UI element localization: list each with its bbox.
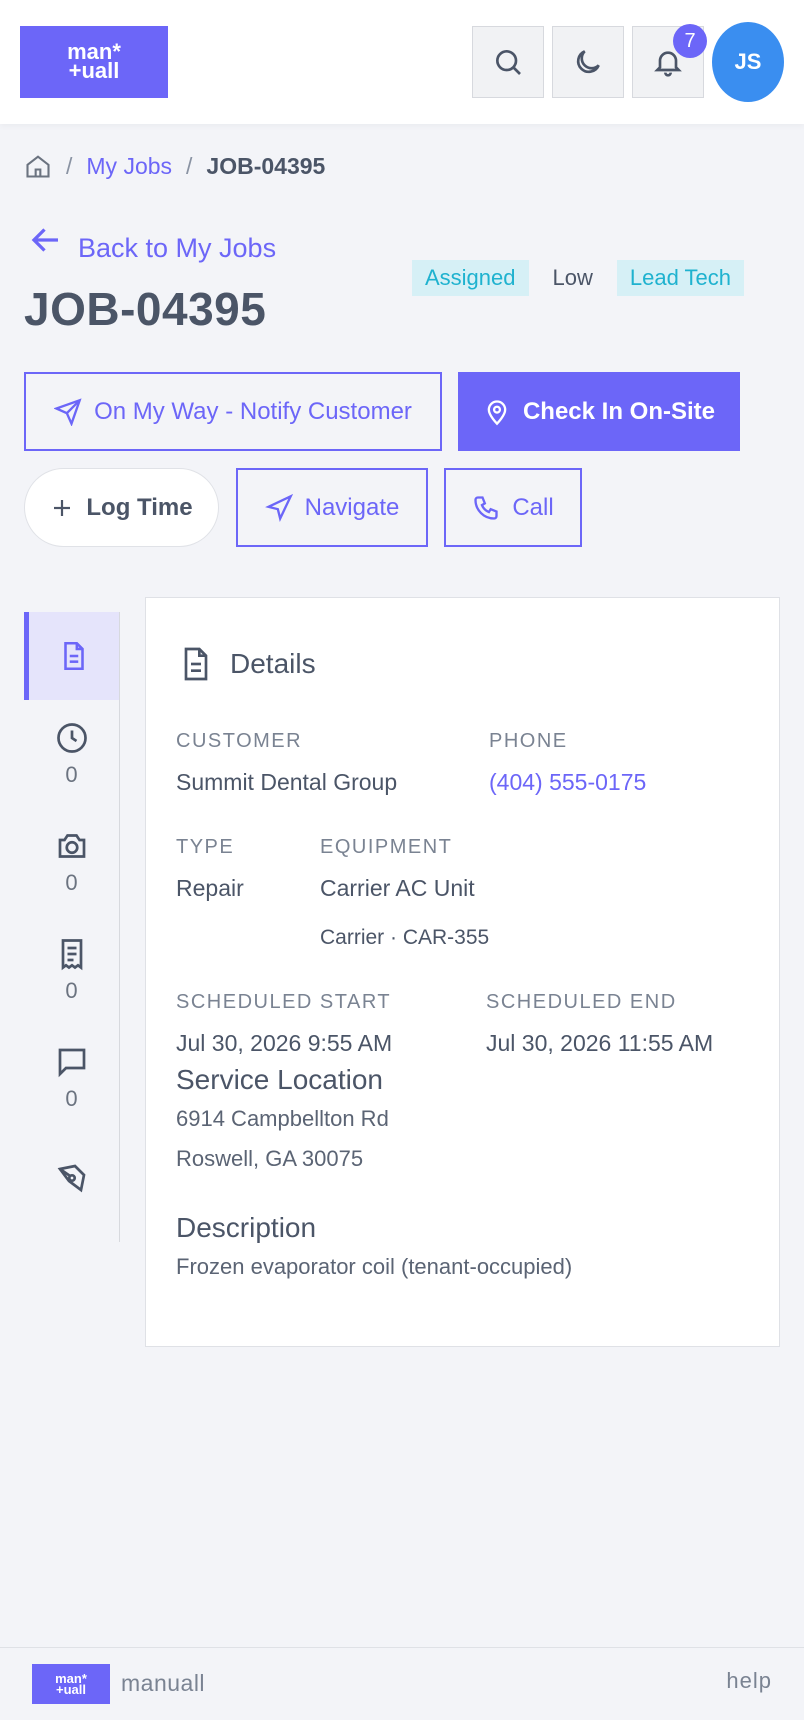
notes-count: 0 bbox=[65, 1086, 78, 1111]
details-card: Details CUSTOMER Summit Dental Group PHO… bbox=[145, 597, 780, 1347]
status-tags: Assigned Low Lead Tech bbox=[412, 260, 745, 296]
plus-icon bbox=[54, 499, 71, 516]
scheduled-end-value: Jul 30, 2026 11:55 AM bbox=[486, 1030, 714, 1056]
equipment-model: Carrier · CAR-355 bbox=[320, 926, 490, 949]
navigate-label: Navigate bbox=[304, 493, 400, 521]
phone-label: PHONE bbox=[489, 730, 568, 752]
rail-item-signature[interactable] bbox=[24, 1160, 119, 1196]
priority-badge: Low bbox=[552, 265, 593, 290]
navigation-icon bbox=[264, 493, 293, 522]
photos-count: 0 bbox=[65, 870, 78, 895]
receipts-count: 0 bbox=[65, 978, 78, 1003]
equipment-value: Carrier AC Unit bbox=[320, 875, 475, 901]
scheduled-start-label: SCHEDULED START bbox=[176, 991, 392, 1013]
moon-icon bbox=[576, 50, 600, 74]
receipt-icon bbox=[61, 939, 82, 971]
arrow-left-icon bbox=[31, 228, 58, 252]
description-text: Frozen evaporator coil (tenant-occupied) bbox=[176, 1254, 573, 1279]
log-time-button[interactable]: Log Time bbox=[24, 468, 219, 547]
top-bar: man* +uall 7 JS bbox=[0, 0, 804, 124]
check-in-label: Check In On-Site bbox=[522, 397, 716, 425]
type-label: TYPE bbox=[176, 836, 235, 858]
side-rail: 0 0 0 0 bbox=[24, 612, 120, 1242]
scheduled-end-label: SCHEDULED END bbox=[486, 991, 677, 1013]
phone-link[interactable]: (404) 555-0175 bbox=[489, 769, 646, 796]
breadcrumb: / My Jobs / JOB-04395 bbox=[24, 150, 325, 182]
address-line-1: 6914 Campbellton Rd bbox=[176, 1106, 389, 1131]
theme-toggle-button[interactable] bbox=[552, 26, 624, 98]
rail-item-photos[interactable]: 0 bbox=[24, 828, 119, 896]
equipment-label: EQUIPMENT bbox=[320, 836, 453, 858]
service-location-title: Service Location bbox=[176, 1064, 384, 1095]
help-link[interactable]: help bbox=[726, 1668, 772, 1694]
description-title: Description bbox=[176, 1212, 317, 1243]
check-in-button[interactable]: Check In On-Site bbox=[458, 372, 740, 451]
rail-item-time[interactable]: 0 bbox=[24, 720, 119, 788]
pen-icon bbox=[57, 1164, 85, 1193]
customer-label: CUSTOMER bbox=[176, 730, 303, 752]
notification-badge: 7 bbox=[673, 24, 707, 58]
back-link[interactable]: Back to My Jobs bbox=[28, 222, 276, 263]
rail-item-notes[interactable]: 0 bbox=[24, 1044, 119, 1112]
status-badge: Assigned bbox=[412, 260, 529, 296]
user-avatar[interactable]: JS bbox=[712, 22, 784, 102]
on-my-way-label: On My Way - Notify Customer bbox=[94, 397, 412, 425]
breadcrumb-separator: / bbox=[186, 152, 193, 179]
search-button[interactable] bbox=[472, 26, 544, 98]
rail-item-details[interactable] bbox=[24, 612, 119, 700]
breadcrumb-my-jobs[interactable]: My Jobs bbox=[86, 153, 172, 180]
camera-icon bbox=[58, 834, 85, 858]
call-button[interactable]: Call bbox=[444, 468, 582, 547]
details-title: Details bbox=[230, 648, 316, 679]
logo-line-2: +uall bbox=[68, 58, 120, 83]
on-my-way-button[interactable]: On My Way - Notify Customer bbox=[24, 372, 442, 451]
details-header: Details bbox=[176, 644, 316, 684]
role-badge: Lead Tech bbox=[616, 260, 745, 296]
address-line-2: Roswell, GA 30075 bbox=[176, 1146, 364, 1171]
footer-app-name: manuall bbox=[121, 1670, 206, 1696]
log-time-label: Log Time bbox=[86, 493, 193, 521]
document-icon bbox=[184, 647, 208, 681]
call-label: Call bbox=[512, 493, 554, 521]
phone-icon bbox=[474, 495, 498, 520]
footer-logo[interactable]: man* +uall bbox=[32, 1664, 110, 1704]
app-logo[interactable]: man* +uall bbox=[20, 26, 168, 98]
breadcrumb-separator: / bbox=[66, 152, 73, 179]
navigate-button[interactable]: Navigate bbox=[236, 468, 428, 547]
map-pin-icon bbox=[487, 399, 507, 425]
type-value: Repair bbox=[176, 875, 244, 901]
rail-item-receipts[interactable]: 0 bbox=[24, 936, 119, 1004]
send-icon bbox=[54, 397, 82, 426]
footer-logo-line-2: +uall bbox=[55, 1682, 86, 1697]
scheduled-start-value: Jul 30, 2026 9:55 AM bbox=[176, 1030, 393, 1056]
document-icon bbox=[64, 641, 84, 671]
customer-value: Summit Dental Group bbox=[176, 769, 398, 795]
chat-icon bbox=[58, 1048, 85, 1078]
search-icon bbox=[496, 50, 521, 75]
footer: man* +uall manuall help bbox=[0, 1647, 804, 1720]
home-icon[interactable] bbox=[24, 152, 52, 180]
breadcrumb-current: JOB-04395 bbox=[206, 152, 326, 179]
time-count: 0 bbox=[65, 762, 78, 787]
page-title: JOB-04395 bbox=[24, 283, 267, 335]
back-link-label: Back to My Jobs bbox=[78, 233, 277, 263]
clock-icon bbox=[56, 723, 87, 753]
